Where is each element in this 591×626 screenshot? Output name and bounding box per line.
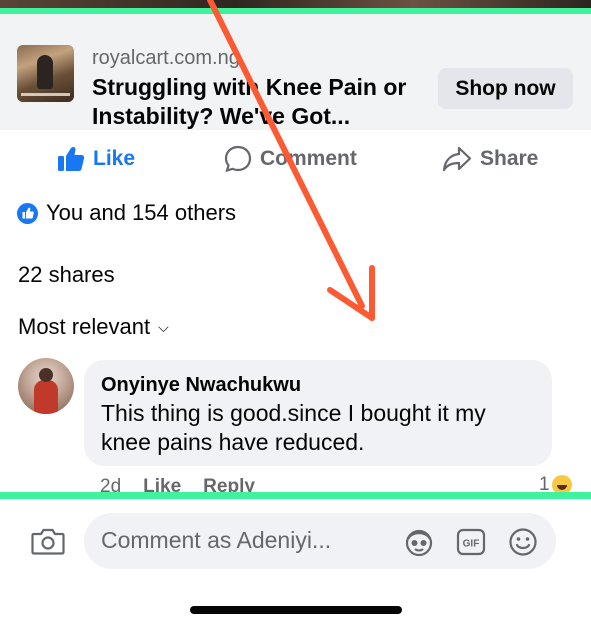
thumbs-up-icon bbox=[58, 146, 85, 171]
comment-text: This thing is good.since I bought it my … bbox=[101, 400, 486, 455]
comment-bubble: Onyinye Nwachukwu This thing is good.sin… bbox=[84, 360, 552, 466]
comment-composer: Comment as Adeniyi... GIF bbox=[0, 500, 591, 626]
comment-button[interactable]: Comment bbox=[224, 138, 357, 180]
like-reaction-icon bbox=[17, 202, 38, 224]
comment-sort-dropdown[interactable]: Most relevant ⌵ bbox=[18, 314, 169, 340]
reactions-summary[interactable]: You and 154 others bbox=[17, 200, 236, 226]
emoji-icon[interactable] bbox=[508, 527, 538, 557]
post-action-bar: Like Comment Share bbox=[0, 138, 591, 180]
like-button[interactable]: Like bbox=[57, 138, 135, 180]
camera-icon[interactable] bbox=[31, 527, 65, 555]
comment-label: Comment bbox=[260, 147, 357, 170]
sort-label: Most relevant bbox=[18, 314, 151, 339]
share-label: Share bbox=[480, 147, 539, 170]
share-arrow-icon bbox=[442, 146, 472, 172]
sponsored-link-card[interactable]: royalcart.com.ng Struggling with Knee Pa… bbox=[0, 14, 591, 130]
ad-thumbnail[interactable] bbox=[17, 45, 74, 102]
comment-bubble-icon bbox=[224, 145, 252, 173]
comment-author[interactable]: Onyinye Nwachukwu bbox=[101, 374, 301, 397]
ad-title[interactable]: Struggling with Knee Pain or Instability… bbox=[92, 73, 422, 131]
reactions-text: You and 154 others bbox=[46, 200, 237, 225]
avatar-sticker-icon[interactable] bbox=[404, 527, 434, 557]
highlight-line-bottom bbox=[0, 492, 591, 499]
svg-text:GIF: GIF bbox=[463, 539, 480, 550]
comment-input-placeholder: Comment as Adeniyi... bbox=[101, 527, 332, 553]
shop-now-button[interactable]: Shop now bbox=[438, 68, 573, 109]
share-button[interactable]: Share bbox=[442, 138, 538, 180]
home-indicator bbox=[190, 606, 402, 614]
comment-input[interactable]: Comment as Adeniyi... GIF bbox=[84, 513, 556, 569]
ad-domain: royalcart.com.ng bbox=[92, 47, 240, 69]
like-label: Like bbox=[93, 147, 136, 170]
gif-icon[interactable]: GIF bbox=[456, 527, 486, 557]
share-count[interactable]: 22 shares bbox=[18, 262, 115, 288]
avatar[interactable] bbox=[18, 358, 74, 414]
chevron-down-icon: ⌵ bbox=[158, 318, 169, 335]
